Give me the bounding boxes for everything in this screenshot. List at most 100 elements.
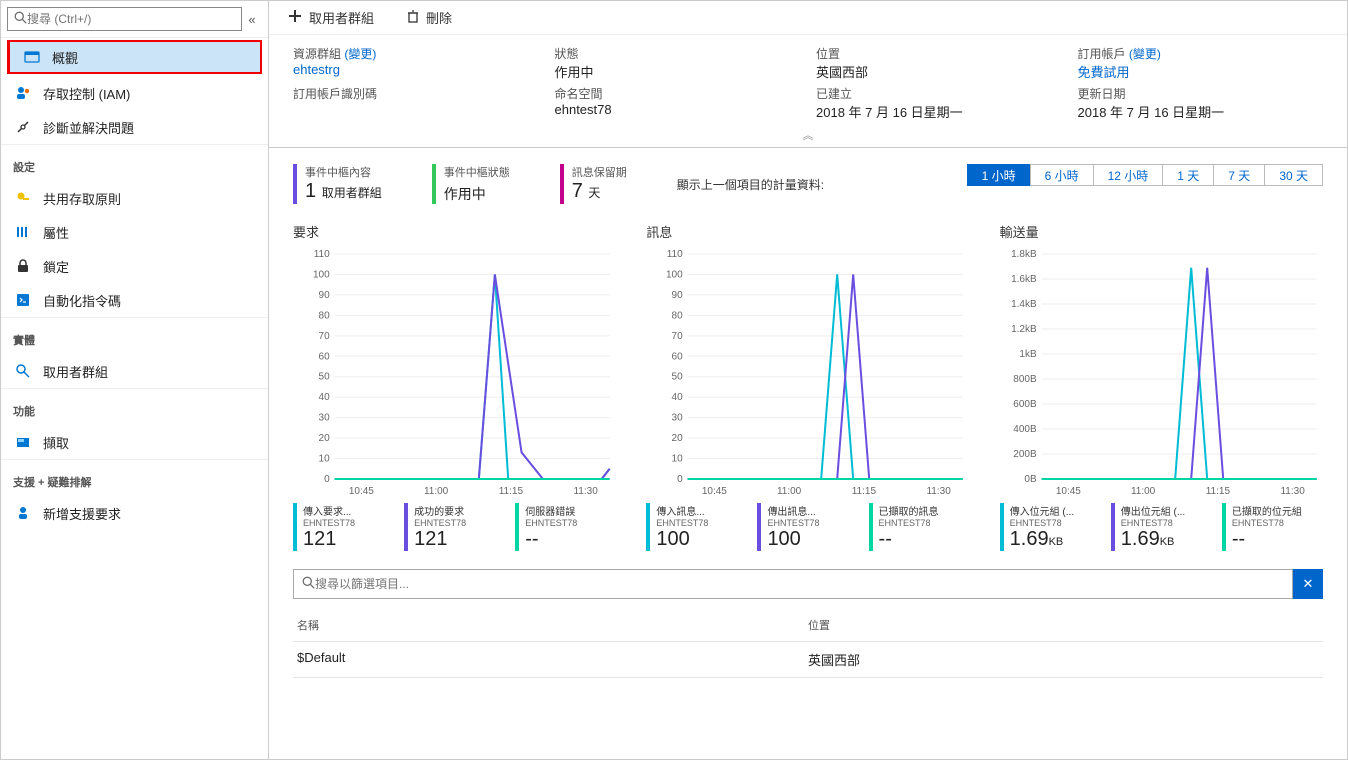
- iam-icon: [13, 83, 33, 103]
- sidebar-label: 鎖定: [43, 257, 69, 276]
- sidebar-label: 概觀: [52, 48, 78, 67]
- change-rg-link[interactable]: (變更): [344, 47, 376, 61]
- stat-status: 事件中樞狀態作用中: [432, 164, 510, 204]
- script-icon: [13, 290, 33, 310]
- sidebar-item-diagnose[interactable]: 診斷並解決問題: [1, 110, 268, 144]
- time-range-1[interactable]: 6 小時: [1030, 164, 1094, 186]
- chart-throughput[interactable]: 輸送量0B200B400B600B800B1kB1.2kB1.4kB1.6kB1…: [1000, 222, 1323, 551]
- chart-messages[interactable]: 訊息010203040506070809010011010:4511:0011:…: [646, 222, 969, 551]
- svg-text:0B: 0B: [1024, 474, 1037, 485]
- sidebar-item-new-support[interactable]: 新增支援要求: [1, 496, 268, 530]
- sidebar-section-settings: 設定: [1, 144, 268, 181]
- sidebar-section-features: 功能: [1, 388, 268, 425]
- time-range-4[interactable]: 7 天: [1213, 164, 1265, 186]
- sidebar-item-shared-access[interactable]: 共用存取原則: [1, 181, 268, 215]
- svg-text:1kB: 1kB: [1019, 349, 1037, 360]
- subscription-link[interactable]: 免費試用: [1078, 62, 1324, 81]
- svg-text:11:30: 11:30: [573, 486, 598, 497]
- svg-text:30: 30: [672, 413, 684, 424]
- add-consumer-group-button[interactable]: 取用者群組: [287, 8, 374, 27]
- stat-retention: 訊息保留期7 天: [560, 164, 627, 204]
- clear-filter-button[interactable]: ✕: [1293, 569, 1323, 599]
- updated-value: 2018 年 7 月 16 日星期一: [1078, 102, 1324, 121]
- metrics-label: 顯示上一個項目的計量資料:: [677, 176, 824, 193]
- time-range-0[interactable]: 1 小時: [967, 164, 1031, 186]
- time-range-selector: 1 小時6 小時12 小時1 天7 天30 天: [967, 164, 1323, 186]
- col-location[interactable]: 位置: [808, 617, 1319, 633]
- svg-text:600B: 600B: [1013, 399, 1037, 410]
- resource-group-link[interactable]: ehtestrg: [293, 62, 539, 77]
- sidebar-item-consumer-groups[interactable]: 取用者群組: [1, 354, 268, 388]
- svg-text:11:15: 11:15: [852, 486, 877, 497]
- svg-text:30: 30: [319, 413, 331, 424]
- created-value: 2018 年 7 月 16 日星期一: [816, 102, 1062, 121]
- sidebar-item-automation[interactable]: 自動化指令碼: [1, 283, 268, 317]
- sidebar-item-capture[interactable]: 擷取: [1, 425, 268, 459]
- toolbar: 取用者群組 刪除: [269, 1, 1347, 35]
- svg-text:20: 20: [319, 433, 331, 444]
- properties-icon: [13, 222, 33, 242]
- svg-text:10:45: 10:45: [1056, 486, 1081, 497]
- svg-text:110: 110: [314, 249, 330, 260]
- col-name[interactable]: 名稱: [297, 617, 808, 633]
- svg-text:11:30: 11:30: [927, 486, 952, 497]
- time-range-5[interactable]: 30 天: [1264, 164, 1323, 186]
- delete-button[interactable]: 刪除: [406, 8, 452, 27]
- collapse-info-icon[interactable]: ︽: [269, 127, 1347, 147]
- sidebar-item-iam[interactable]: 存取控制 (IAM): [1, 76, 268, 110]
- sidebar-item-properties[interactable]: 屬性: [1, 215, 268, 249]
- svg-text:400B: 400B: [1013, 424, 1037, 435]
- table-row[interactable]: $Default英國西部: [293, 642, 1323, 678]
- location-value: 英國西部: [816, 62, 1062, 81]
- search-icon: [302, 576, 315, 592]
- sidebar-label: 屬性: [43, 223, 69, 242]
- legend-item[interactable]: 成功的要求EHNTEST78121: [404, 503, 505, 551]
- time-range-2[interactable]: 12 小時: [1093, 164, 1164, 186]
- svg-text:0: 0: [324, 474, 330, 485]
- search-icon: [14, 11, 27, 27]
- svg-text:70: 70: [672, 331, 684, 342]
- svg-text:60: 60: [319, 351, 331, 362]
- collapse-icon[interactable]: «: [242, 12, 262, 27]
- svg-text:200B: 200B: [1013, 449, 1037, 460]
- sidebar-label: 擷取: [43, 433, 69, 452]
- svg-text:1.8kB: 1.8kB: [1011, 249, 1037, 260]
- svg-text:80: 80: [319, 310, 331, 321]
- svg-text:11:15: 11:15: [499, 486, 524, 497]
- svg-text:90: 90: [672, 290, 684, 301]
- svg-text:800B: 800B: [1013, 374, 1037, 385]
- svg-text:11:30: 11:30: [1280, 486, 1305, 497]
- svg-text:10:45: 10:45: [702, 486, 727, 497]
- legend-item[interactable]: 傳出位元組 (...EHNTEST781.69KB: [1111, 503, 1212, 551]
- time-range-3[interactable]: 1 天: [1162, 164, 1214, 186]
- change-sub-link[interactable]: (變更): [1129, 47, 1161, 61]
- stat-content: 事件中樞內容1 取用者群組: [293, 164, 382, 204]
- svg-text:50: 50: [672, 372, 684, 383]
- lock-icon: [13, 256, 33, 276]
- sidebar-search-input[interactable]: [27, 12, 235, 26]
- svg-text:20: 20: [672, 433, 684, 444]
- legend-item[interactable]: 已擷取的訊息EHNTEST78--: [869, 503, 970, 551]
- support-icon: [13, 503, 33, 523]
- legend-item[interactable]: 傳入要求...EHNTEST78121: [293, 503, 394, 551]
- legend-item[interactable]: 傳出訊息...EHNTEST78100: [757, 503, 858, 551]
- legend-item[interactable]: 已擷取的位元組EHNTEST78--: [1222, 503, 1323, 551]
- sidebar-item-overview[interactable]: 概觀: [7, 40, 262, 74]
- sidebar-section-support: 支援 + 疑難排解: [1, 459, 268, 496]
- sidebar-label: 取用者群組: [43, 362, 108, 381]
- svg-text:100: 100: [666, 269, 683, 280]
- sidebar-search[interactable]: [7, 7, 242, 31]
- filter-box[interactable]: [293, 569, 1293, 599]
- sidebar-label: 自動化指令碼: [43, 291, 121, 310]
- svg-text:11:00: 11:00: [1131, 486, 1156, 497]
- svg-text:10: 10: [672, 454, 684, 465]
- sidebar-item-locks[interactable]: 鎖定: [1, 249, 268, 283]
- legend-item[interactable]: 伺服器錯誤EHNTEST78--: [515, 503, 616, 551]
- svg-text:40: 40: [672, 392, 684, 403]
- namespace-value: ehntest78: [555, 102, 801, 117]
- filter-input[interactable]: [315, 577, 1284, 591]
- legend-item[interactable]: 傳入訊息...EHNTEST78100: [646, 503, 747, 551]
- chart-requests[interactable]: 要求010203040506070809010011010:4511:0011:…: [293, 222, 616, 551]
- svg-text:1.2kB: 1.2kB: [1011, 324, 1037, 335]
- legend-item[interactable]: 傳入位元組 (...EHNTEST781.69KB: [1000, 503, 1101, 551]
